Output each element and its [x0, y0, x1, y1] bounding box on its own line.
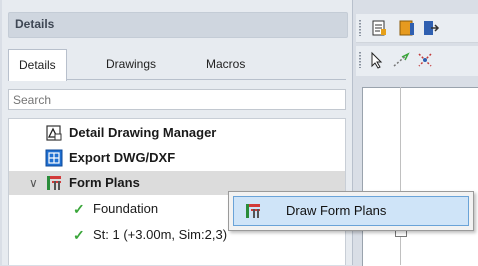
select-line-icon[interactable] [392, 51, 410, 69]
check-icon: ✓ [73, 201, 85, 217]
tree-item-label: Detail Drawing Manager [69, 125, 217, 140]
book-icon[interactable] [398, 19, 416, 37]
tab-bar: Details Drawings Macros [8, 49, 346, 81]
cross-select-icon[interactable] [416, 51, 434, 69]
menu-item-draw-form-plans[interactable]: Draw Form Plans [233, 196, 469, 226]
panel-header: Details [8, 12, 348, 38]
panel-title: Details [15, 17, 55, 31]
canvas-axis-line [400, 87, 401, 265]
search-box[interactable] [8, 89, 346, 110]
tree-item-label: Form Plans [69, 175, 140, 190]
export-dwg-icon [45, 149, 63, 167]
toolbar-grip[interactable] [359, 20, 361, 36]
tree-item-label: Foundation [93, 201, 159, 216]
form-plans-icon [246, 204, 260, 218]
tab-macros[interactable]: Macros [196, 49, 255, 79]
tab-drawings[interactable]: Drawings [96, 49, 166, 79]
pointer-icon[interactable] [368, 51, 386, 69]
tree-item-label: St: 1 (+3.00m, Sim:2,3) [93, 227, 228, 242]
search-input[interactable] [9, 90, 345, 109]
context-menu: Draw Form Plans [228, 191, 474, 231]
menu-item-label: Draw Form Plans [286, 203, 387, 218]
check-icon: ✓ [73, 227, 85, 243]
chevron-down-icon[interactable]: ∨ [29, 171, 38, 195]
toolbar-top [356, 14, 478, 43]
tree-item-label: Export DWG/DXF [69, 150, 176, 165]
toolbar-second [356, 46, 478, 76]
drawing-manager-icon [46, 125, 62, 141]
report-icon[interactable] [370, 19, 388, 37]
tree-item-export-dwg[interactable]: Export DWG/DXF [9, 146, 345, 170]
toolbar-grip[interactable] [359, 52, 361, 68]
drawing-canvas[interactable] [362, 87, 478, 266]
form-plans-icon [47, 176, 61, 190]
tree-item-detail-drawing-manager[interactable]: Detail Drawing Manager [9, 121, 345, 145]
tab-details[interactable]: Details [8, 49, 67, 81]
export-arrow-icon[interactable] [422, 19, 440, 37]
